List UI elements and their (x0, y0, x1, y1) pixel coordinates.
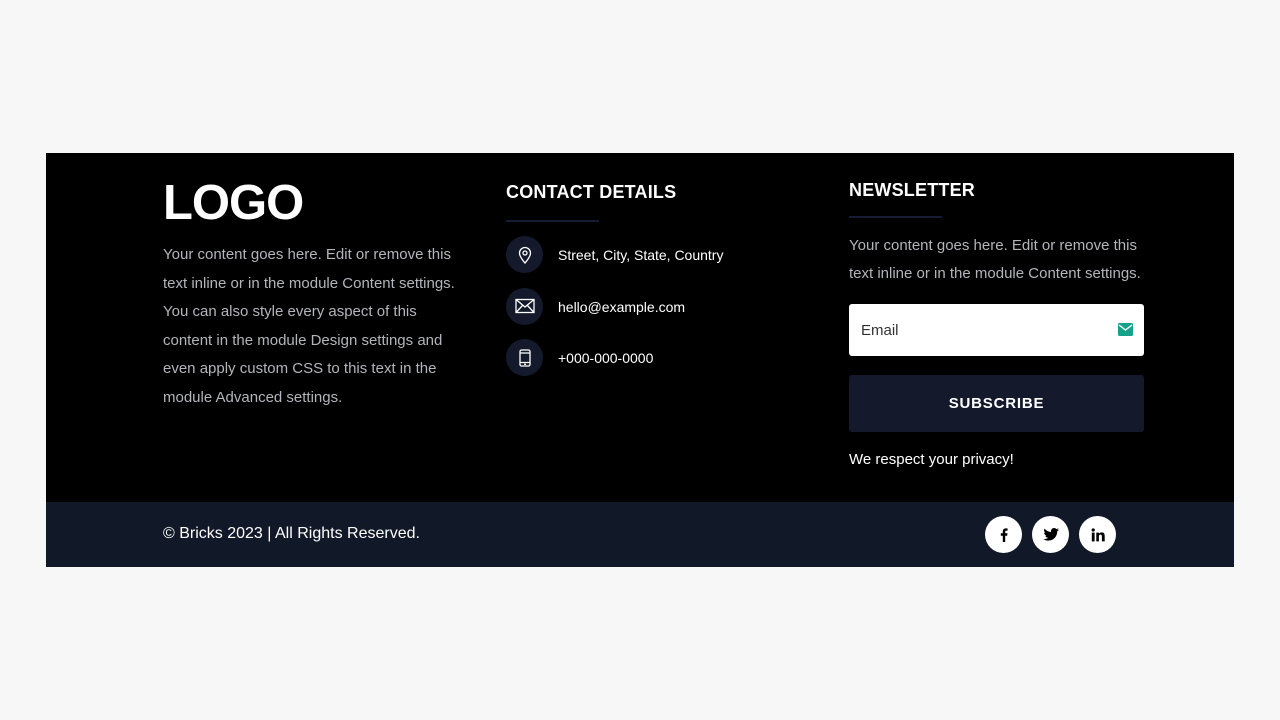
email-field[interactable] (849, 304, 1144, 356)
contact-item-phone[interactable]: +000-000-0000 (506, 339, 806, 377)
contact-address: Street, City, State, Country (558, 247, 724, 263)
map-pin-icon (506, 236, 543, 273)
contact-heading: CONTACT DETAILS (506, 182, 677, 202)
footer-bottom-bar: © Bricks 2023 | All Rights Reserved. (46, 502, 1234, 567)
newsletter-heading-underline (849, 216, 942, 218)
contact-heading-underline (506, 220, 599, 222)
privacy-note: We respect your privacy! (849, 451, 1014, 468)
contact-item-address: Street, City, State, Country (506, 236, 806, 274)
envelope-icon (506, 287, 543, 325)
twitter-icon (1043, 528, 1059, 541)
mail-icon (1118, 323, 1133, 336)
contact-list: Street, City, State, Country hello@examp… (506, 236, 806, 391)
copyright-text: © Bricks 2023 | All Rights Reserved. (163, 525, 420, 542)
footer-main: LOGO Your content goes here. Edit or rem… (46, 153, 1234, 502)
contact-item-email[interactable]: hello@example.com (506, 287, 806, 326)
facebook-link[interactable] (985, 516, 1022, 553)
twitter-link[interactable] (1032, 516, 1069, 553)
newsletter-heading: NEWSLETTER (849, 180, 975, 200)
phone-icon (506, 339, 543, 376)
linkedin-icon (1091, 527, 1105, 541)
subscribe-button[interactable]: SUBSCRIBE (849, 375, 1144, 432)
email-input[interactable] (849, 304, 1099, 356)
logo[interactable]: LOGO (163, 175, 304, 231)
newsletter-text: Your content goes here. Edit or remove t… (849, 237, 1141, 282)
contact-email[interactable]: hello@example.com (558, 298, 685, 316)
contact-phone[interactable]: +000-000-0000 (558, 349, 653, 367)
linkedin-link[interactable] (1079, 516, 1116, 553)
about-text: Your content goes here. Edit or remove t… (163, 246, 455, 406)
facebook-icon (1000, 527, 1008, 542)
site-footer: LOGO Your content goes here. Edit or rem… (46, 153, 1234, 567)
